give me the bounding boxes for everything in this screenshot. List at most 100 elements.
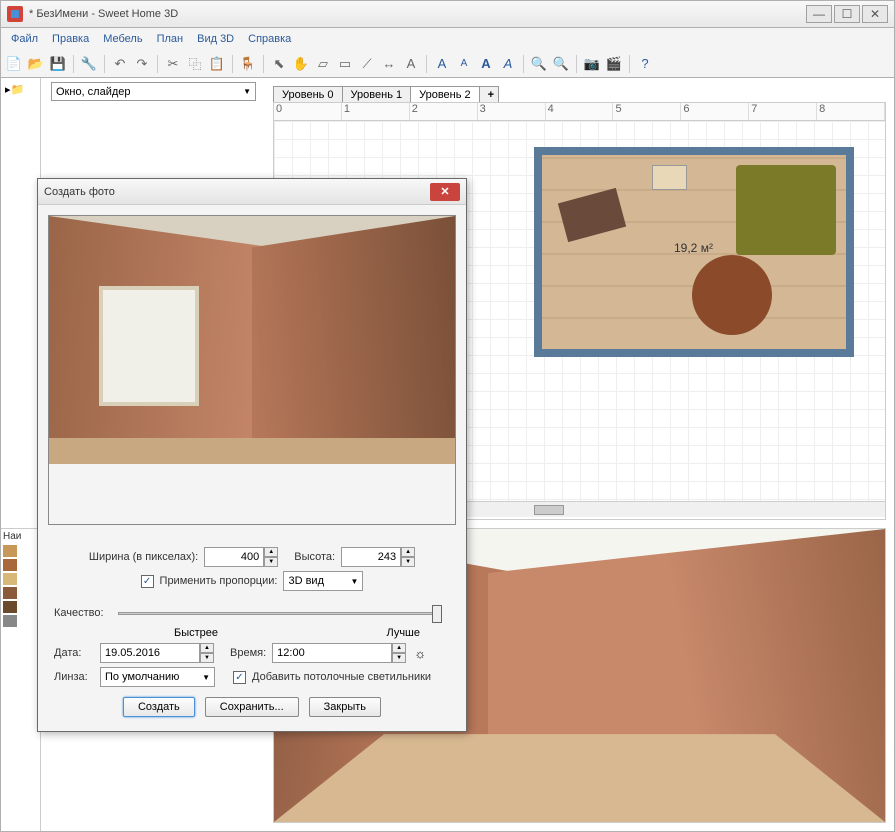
dialog-title: Создать фото	[44, 186, 430, 198]
photo-icon[interactable]: 📷	[583, 55, 601, 73]
height-up-button[interactable]: ▲	[401, 547, 415, 557]
quality-slider[interactable]	[118, 603, 442, 623]
width-down-button[interactable]: ▼	[264, 557, 278, 567]
app-icon	[7, 6, 23, 22]
ceiling-lights-checkbox[interactable]: ✓	[233, 671, 246, 684]
add-furniture-icon[interactable]: 🪑	[239, 55, 257, 73]
toolbar: 📄 📂 💾 🔧 ↶ ↷ ✂ ⿻ 📋 🪑 ⬉ ✋ ▱ ▭ ⟋ ↔ A A A A …	[0, 50, 895, 78]
minimize-button[interactable]: —	[806, 5, 832, 23]
list-item[interactable]	[1, 614, 40, 628]
date-label: Дата:	[54, 647, 94, 659]
preferences-icon[interactable]: 🔧	[80, 55, 98, 73]
pan-icon[interactable]: ✋	[292, 55, 310, 73]
tab-level-0[interactable]: Уровень 0	[273, 86, 343, 103]
furniture-table[interactable]	[692, 255, 772, 335]
level-tabs: Уровень 0 Уровень 1 Уровень 2 +	[273, 81, 498, 103]
aspect-combo[interactable]: 3D вид ▼	[283, 571, 363, 591]
furniture-desk[interactable]	[558, 188, 626, 242]
chevron-down-icon: ▼	[202, 673, 210, 682]
polyline-icon[interactable]: ⟋	[358, 55, 376, 73]
open-icon[interactable]: 📂	[27, 55, 45, 73]
window-title: * БезИмени - Sweet Home 3D	[29, 8, 806, 20]
aspect-checkbox[interactable]: ✓	[141, 575, 154, 588]
tab-level-1[interactable]: Уровень 1	[342, 86, 412, 103]
list-item[interactable]	[1, 558, 40, 572]
quality-label: Качество:	[54, 607, 104, 619]
menu-plan[interactable]: План	[151, 31, 190, 47]
furniture-shelf[interactable]	[652, 165, 687, 190]
dimension-icon[interactable]: ↔	[380, 55, 398, 73]
menu-edit[interactable]: Правка	[46, 31, 95, 47]
close-dialog-button[interactable]: Закрыть	[309, 697, 381, 717]
create-button[interactable]: Создать	[123, 697, 195, 717]
cut-icon[interactable]: ✂	[164, 55, 182, 73]
zoom-in-icon[interactable]: 🔍	[530, 55, 548, 73]
sun-icon[interactable]: ☼	[412, 645, 428, 661]
chevron-down-icon: ▼	[243, 87, 251, 96]
height-down-button[interactable]: ▼	[401, 557, 415, 567]
photo-preview	[48, 215, 456, 525]
help-icon[interactable]: ?	[636, 55, 654, 73]
wall-icon[interactable]: ▱	[314, 55, 332, 73]
lens-combo[interactable]: По умолчанию ▼	[100, 667, 215, 687]
catalog-selected-label: Окно, слайдер	[56, 86, 131, 98]
text-bold-icon[interactable]: A	[477, 55, 495, 73]
list-item[interactable]	[1, 600, 40, 614]
ruler-horizontal: 0 1 2 3 4 5 6 7 8	[274, 103, 885, 121]
video-icon[interactable]: 🎬	[605, 55, 623, 73]
new-icon[interactable]: 📄	[5, 55, 23, 73]
date-up-button[interactable]: ▲	[200, 643, 214, 653]
dialog-close-button[interactable]: ✕	[430, 183, 460, 201]
maximize-button[interactable]: ☐	[834, 5, 860, 23]
add-level-button[interactable]: +	[479, 86, 499, 103]
text-smaller-icon[interactable]: A	[455, 55, 473, 73]
save-icon[interactable]: 💾	[49, 55, 67, 73]
time-up-button[interactable]: ▲	[392, 643, 406, 653]
furniture-list-panel: Наи	[1, 528, 41, 823]
catalog-selected-field[interactable]: Окно, слайдер ▼	[51, 82, 256, 101]
menu-file[interactable]: Файл	[5, 31, 44, 47]
furniture-sofa[interactable]	[736, 165, 836, 255]
list-item[interactable]	[1, 586, 40, 600]
height-input[interactable]	[341, 547, 401, 567]
chevron-down-icon: ▼	[351, 577, 359, 586]
date-input[interactable]	[100, 643, 200, 663]
dialog-titlebar[interactable]: Создать фото ✕	[38, 179, 466, 205]
scroll-thumb[interactable]	[534, 505, 564, 515]
list-item[interactable]	[1, 572, 40, 586]
create-photo-dialog: Создать фото ✕ Ширина (в пикселах): ▲ ▼ …	[37, 178, 467, 732]
aspect-combo-value: 3D вид	[288, 575, 324, 587]
room-icon[interactable]: ▭	[336, 55, 354, 73]
undo-icon[interactable]: ↶	[111, 55, 129, 73]
menu-help[interactable]: Справка	[242, 31, 297, 47]
copy-icon[interactable]: ⿻	[186, 55, 204, 73]
lens-label: Линза:	[54, 671, 94, 683]
ceiling-lights-label: Добавить потолочные светильники	[252, 671, 431, 683]
save-button[interactable]: Сохранить...	[205, 697, 299, 717]
height-label: Высота:	[294, 551, 335, 563]
menubar: Файл Правка Мебель План Вид 3D Справка	[0, 28, 895, 50]
time-input[interactable]	[272, 643, 392, 663]
width-input[interactable]	[204, 547, 264, 567]
tab-level-2[interactable]: Уровень 2	[410, 86, 480, 103]
text-bigger-icon[interactable]: A	[433, 55, 451, 73]
close-button[interactable]: ✕	[862, 5, 888, 23]
redo-icon[interactable]: ↷	[133, 55, 151, 73]
furniture-list-header: Наи	[1, 529, 40, 544]
width-up-button[interactable]: ▲	[264, 547, 278, 557]
paste-icon[interactable]: 📋	[208, 55, 226, 73]
text-icon[interactable]: A	[402, 55, 420, 73]
quality-fast-label: Быстрее	[174, 627, 218, 639]
date-down-button[interactable]: ▼	[200, 653, 214, 663]
tree-node[interactable]: ▸📁	[5, 82, 36, 97]
list-item[interactable]	[1, 544, 40, 558]
zoom-out-icon[interactable]: 🔍	[552, 55, 570, 73]
slider-thumb[interactable]	[432, 605, 442, 623]
time-down-button[interactable]: ▼	[392, 653, 406, 663]
menu-view3d[interactable]: Вид 3D	[191, 31, 240, 47]
content-area: ▸📁 Окно, слайдер ▼ Уровень 0 Уровень 1 У…	[0, 78, 895, 832]
text-italic-icon[interactable]: A	[499, 55, 517, 73]
select-icon[interactable]: ⬉	[270, 55, 288, 73]
aspect-label: Применить пропорции:	[160, 575, 278, 587]
menu-furniture[interactable]: Мебель	[97, 31, 148, 47]
